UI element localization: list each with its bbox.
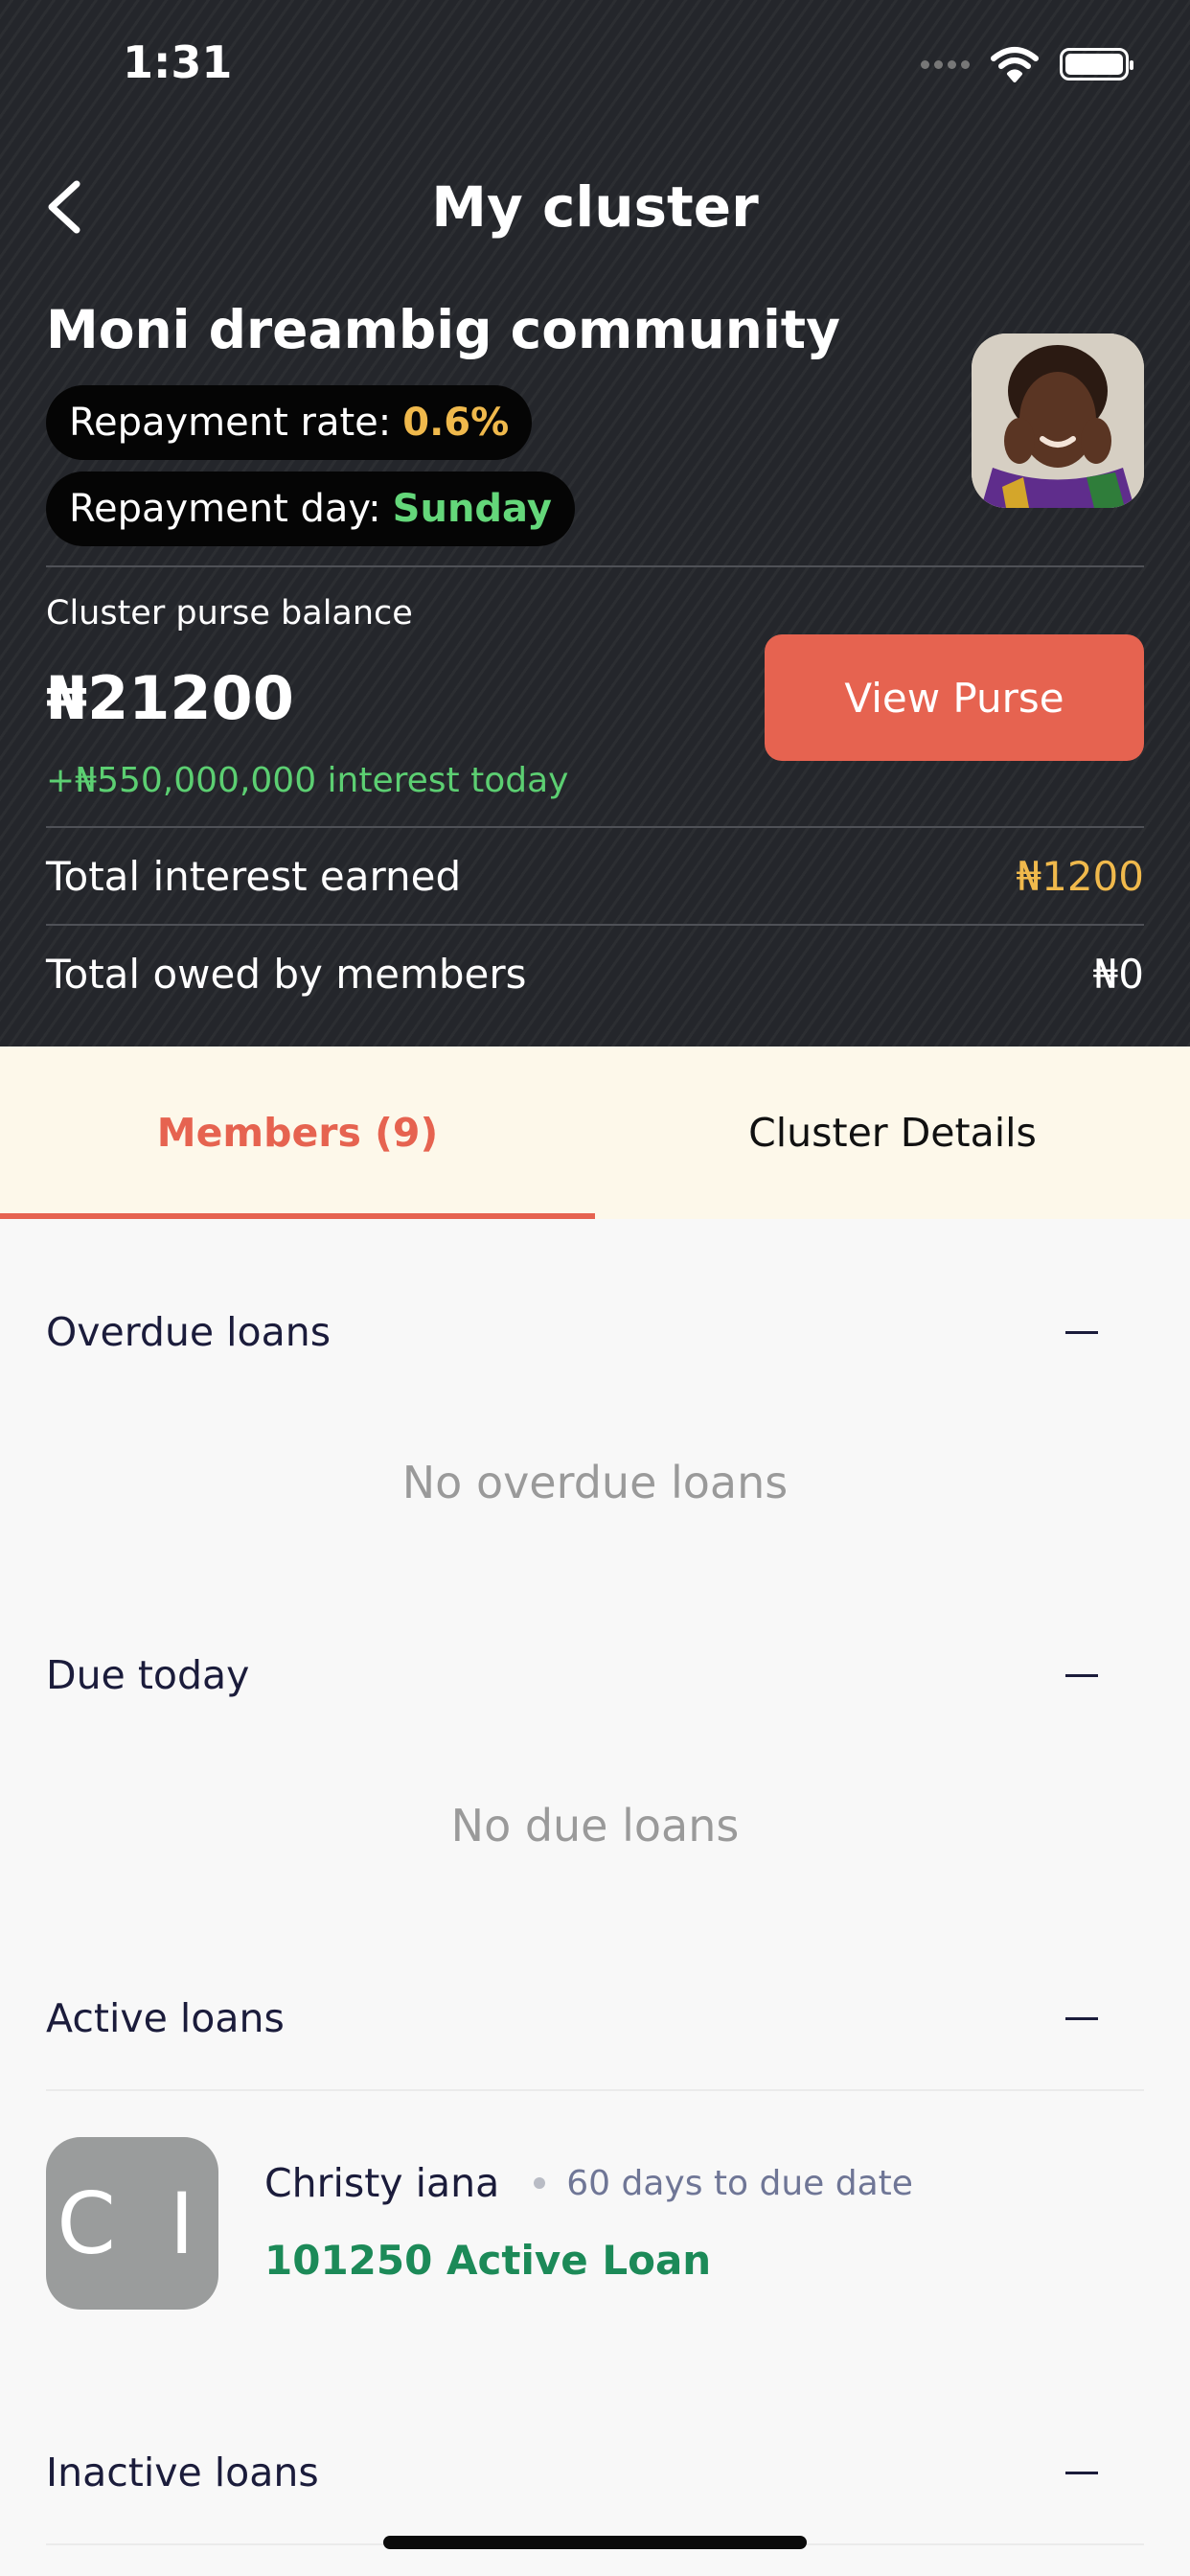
- member-loan-amount: 101250 Active Loan: [264, 2237, 712, 2284]
- due-today-header[interactable]: Due today: [46, 1652, 1144, 1698]
- overdue-empty-message: No overdue loans: [401, 1457, 789, 1508]
- repayment-rate-value: 0.6%: [402, 401, 510, 445]
- wifi-icon: [991, 47, 1039, 82]
- battery-icon: [1060, 48, 1133, 80]
- purse-interest-today: +₦550,000,000 interest today: [46, 761, 569, 800]
- repayment-day-badge: Repayment day: Sunday: [46, 472, 575, 546]
- home-indicator[interactable]: [383, 2536, 807, 2549]
- owed-divider: [46, 924, 1144, 926]
- header-divider: [46, 565, 1144, 567]
- list-item[interactable]: Christy iana 60 days to due date: [264, 2160, 913, 2206]
- total-interest-label: Total interest earned: [46, 853, 462, 900]
- cluster-avatar[interactable]: [972, 334, 1144, 508]
- active-loans-title: Active loans: [46, 1995, 285, 2041]
- repayment-rate-badge: Repayment rate: 0.6%: [46, 385, 533, 460]
- total-interest-row: Total interest earned ₦1200: [46, 853, 1144, 900]
- inactive-loans-title: Inactive loans: [46, 2450, 319, 2496]
- status-time: 1:31: [123, 36, 233, 88]
- active-loans-divider: [46, 2089, 1144, 2091]
- signal-icon: [921, 59, 970, 69]
- total-owed-value: ₦0: [1092, 951, 1144, 998]
- interest-divider: [46, 826, 1144, 828]
- repayment-rate-label: Repayment rate:: [69, 401, 392, 445]
- member-due-date: 60 days to due date: [566, 2163, 913, 2203]
- purse-balance-label: Cluster purse balance: [46, 594, 413, 632]
- overdue-loans-title: Overdue loans: [46, 1309, 332, 1355]
- total-owed-row: Total owed by members ₦0: [46, 951, 1144, 998]
- collapse-icon[interactable]: [1065, 1673, 1098, 1677]
- member-name: Christy iana: [264, 2160, 500, 2206]
- page-title: My cluster: [431, 174, 759, 240]
- cluster-header: 1:31 My cluster Moni dreambig community …: [0, 0, 1190, 1046]
- view-purse-button[interactable]: View Purse: [765, 634, 1144, 761]
- total-interest-value: ₦1200: [1016, 853, 1144, 900]
- total-owed-label: Total owed by members: [46, 951, 527, 998]
- inactive-loans-header[interactable]: Inactive loans: [46, 2450, 1144, 2496]
- collapse-icon[interactable]: [1065, 2471, 1098, 2474]
- tab-bar: Members (9) Cluster Details: [0, 1046, 1190, 1219]
- collapse-icon[interactable]: [1065, 1330, 1098, 1334]
- tab-cluster-details[interactable]: Cluster Details: [595, 1046, 1190, 1219]
- collapse-icon[interactable]: [1065, 2016, 1098, 2020]
- separator-dot: [534, 2177, 546, 2189]
- overdue-loans-header[interactable]: Overdue loans: [46, 1309, 1144, 1355]
- community-name: Moni dreambig community: [46, 299, 840, 360]
- member-avatar[interactable]: C I: [46, 2137, 218, 2310]
- active-loans-header[interactable]: Active loans: [46, 1995, 1144, 2041]
- repayment-day-label: Repayment day:: [69, 487, 381, 531]
- tab-members[interactable]: Members (9): [0, 1046, 595, 1219]
- status-icons: [921, 46, 1133, 82]
- due-today-empty-message: No due loans: [450, 1800, 740, 1852]
- due-today-title: Due today: [46, 1652, 250, 1698]
- purse-balance-amount: ₦21200: [46, 663, 294, 733]
- repayment-day-value: Sunday: [392, 487, 552, 531]
